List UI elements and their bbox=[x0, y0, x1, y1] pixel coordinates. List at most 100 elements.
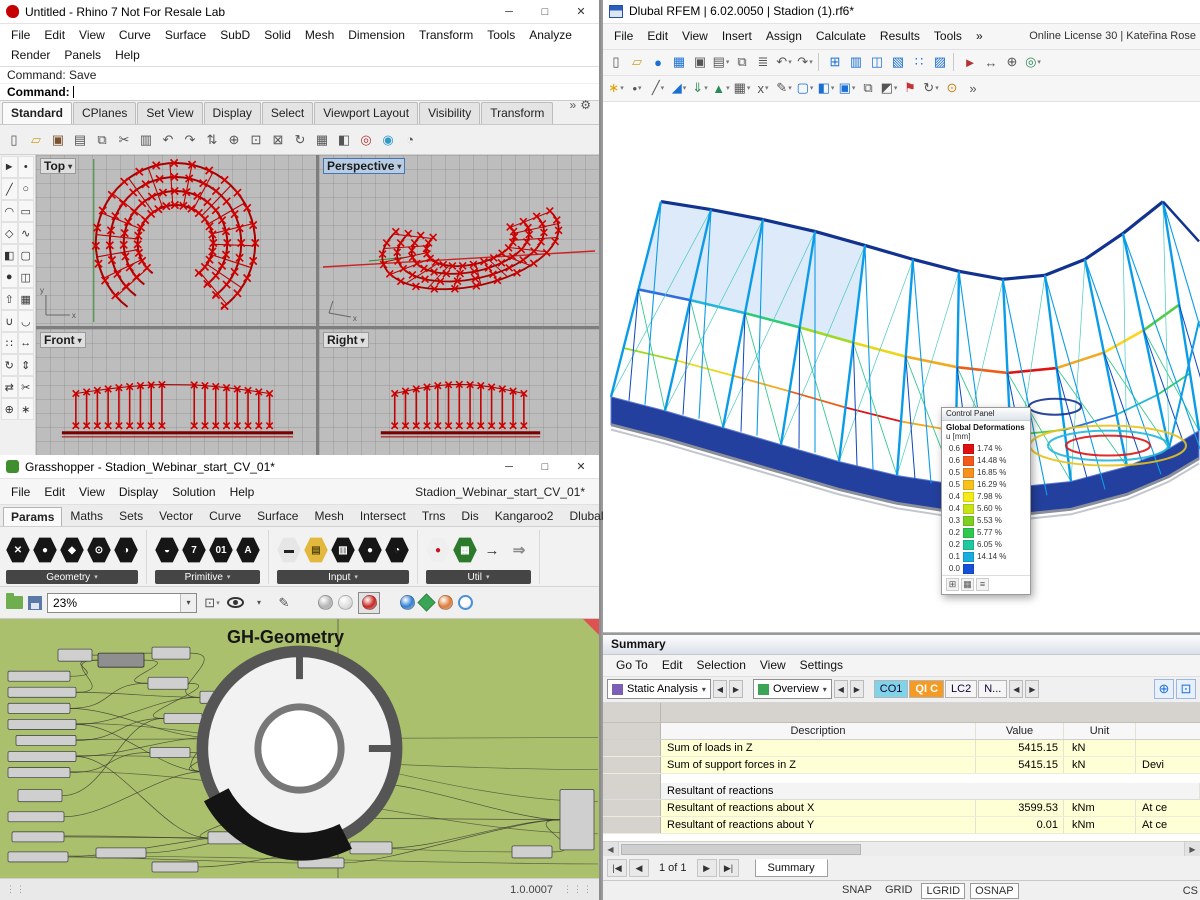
rfem-menu-item[interactable]: Tools bbox=[927, 26, 969, 46]
scroll-right-icon[interactable]: ▶ bbox=[1184, 842, 1200, 856]
circle-tool-icon[interactable]: ○ bbox=[18, 178, 35, 200]
viewport-top-label[interactable]: Top ▾ bbox=[40, 158, 76, 174]
close-button[interactable]: ✕ bbox=[563, 0, 599, 23]
named-view-icon[interactable]: ▦ bbox=[312, 130, 332, 150]
viewport-top[interactable]: yx Top ▾ bbox=[36, 155, 316, 326]
tables-icon[interactable]: ▦ bbox=[669, 52, 689, 72]
viewport-right-label[interactable]: Right ▾ bbox=[323, 332, 369, 348]
rfem-menu-item[interactable]: Calculate bbox=[809, 26, 873, 46]
fillet-tool-icon[interactable]: ◡ bbox=[18, 310, 35, 332]
col-header-description[interactable]: Description bbox=[661, 723, 976, 739]
flag-icon[interactable]: ⚑ bbox=[900, 78, 920, 98]
surface-tool-icon[interactable]: ◧ bbox=[1, 244, 18, 266]
pan-icon[interactable]: ⇅ bbox=[202, 130, 222, 150]
sections-icon[interactable]: ∷ bbox=[909, 52, 929, 72]
zoom-extents-icon[interactable]: ⊡ bbox=[202, 593, 222, 613]
prev-view-button[interactable]: ◀ bbox=[834, 680, 848, 698]
legend-settings-icon[interactable]: ⊞ bbox=[946, 578, 959, 591]
rfem-menu-item[interactable]: View bbox=[675, 26, 715, 46]
minimize-button[interactable]: ─ bbox=[491, 0, 527, 23]
table-row[interactable]: Sum of loads in Z 5415.15 kN bbox=[603, 740, 1200, 757]
undo-icon[interactable]: ↶ bbox=[774, 52, 794, 72]
snap-toggle[interactable]: GRID bbox=[881, 883, 917, 899]
copy-view-icon[interactable]: ⧉ bbox=[858, 78, 878, 98]
rhino-menu-item[interactable]: SubD bbox=[213, 25, 257, 45]
viewport-right[interactable]: Right ▾ bbox=[319, 329, 599, 458]
load-case-chip[interactable]: CO1 bbox=[874, 680, 909, 698]
preview-shaded-selected[interactable] bbox=[358, 592, 380, 614]
rhino-menu-item[interactable]: Analyze bbox=[522, 25, 579, 45]
save-icon[interactable]: ▣ bbox=[690, 52, 710, 72]
explode-tool-icon[interactable]: ∗ bbox=[18, 398, 35, 420]
rhino-menu-item[interactable]: Transform bbox=[412, 25, 480, 45]
summary-menu-item[interactable]: Selection bbox=[690, 655, 753, 675]
draw-line-icon[interactable]: ╱ bbox=[648, 78, 668, 98]
preview-eye-icon[interactable] bbox=[227, 597, 244, 608]
rotate-view-icon[interactable]: ↻ bbox=[921, 78, 941, 98]
dlubal-component-icon[interactable]: ▦ bbox=[453, 537, 477, 564]
panel-icon[interactable]: ▤ bbox=[304, 537, 328, 564]
curve-tool-icon[interactable]: ∿ bbox=[18, 222, 35, 244]
legend-options-icon[interactable]: ≡ bbox=[976, 578, 989, 591]
grasshopper-titlebar[interactable]: Grasshopper - Stadion_Webinar_start_CV_0… bbox=[0, 455, 599, 479]
cherry-picker-icon[interactable]: ● bbox=[426, 537, 450, 564]
table-grid-icon[interactable]: ▥ bbox=[846, 52, 866, 72]
save-document-icon[interactable] bbox=[28, 596, 42, 610]
gear-icon[interactable]: ⚙ bbox=[580, 98, 591, 112]
search-icon[interactable]: ⊙ bbox=[942, 78, 962, 98]
summary-caption[interactable]: Summary bbox=[603, 635, 1200, 655]
param-brep-icon[interactable]: ◑ bbox=[114, 537, 138, 564]
viewport-front-label[interactable]: Front ▾ bbox=[40, 332, 86, 348]
prev-page-button[interactable]: ◀ bbox=[629, 859, 649, 877]
group-label-util[interactable]: Util bbox=[426, 570, 531, 584]
grasshopper-tab[interactable]: Sets bbox=[111, 506, 151, 526]
grasshopper-menu-item[interactable]: Solution bbox=[165, 482, 222, 502]
table-row[interactable]: Sum of support forces in Z 5415.15 kN De… bbox=[603, 757, 1200, 774]
viewport-perspective-label[interactable]: Perspective ▾ bbox=[323, 158, 405, 174]
col-header-unit[interactable]: Unit bbox=[1064, 723, 1136, 739]
control-panel[interactable]: Control Panel Global Deformations u [mm]… bbox=[941, 407, 1031, 595]
horizontal-scrollbar[interactable]: ◀ ▶ bbox=[603, 841, 1200, 856]
number-slider-icon[interactable]: ▬ bbox=[277, 537, 301, 564]
param-text-icon[interactable]: A bbox=[236, 537, 260, 564]
cylinder-tool-icon[interactable]: ◫ bbox=[18, 266, 35, 288]
param-geometry-icon[interactable]: ✕ bbox=[6, 537, 30, 564]
printout-report-icon[interactable]: ▧ bbox=[888, 52, 908, 72]
load-case-chip[interactable]: LC2 bbox=[945, 680, 977, 698]
toolbar-icon[interactable] bbox=[818, 53, 822, 71]
rhino-tab[interactable]: Display bbox=[204, 102, 261, 124]
grasshopper-tab[interactable]: Maths bbox=[62, 506, 111, 526]
toolbar-icon[interactable] bbox=[953, 53, 957, 71]
rhino-menu-item[interactable]: Curve bbox=[112, 25, 158, 45]
preview-off-icon[interactable] bbox=[318, 595, 333, 610]
rotate-tool-icon[interactable]: ↻ bbox=[1, 354, 18, 376]
open-document-icon[interactable] bbox=[6, 596, 23, 609]
display-mode-icon[interactable]: ◧ bbox=[334, 130, 354, 150]
prev-case-button[interactable]: ◀ bbox=[1009, 680, 1023, 698]
rfem-menu-item[interactable]: File bbox=[607, 26, 640, 46]
rectangle-tool-icon[interactable]: ▭ bbox=[18, 200, 35, 222]
grasshopper-tab[interactable]: Kangaroo2 bbox=[487, 506, 562, 526]
rfem-menu-item[interactable]: Assign bbox=[759, 26, 809, 46]
grasshopper-canvas[interactable]: GH-Geometry bbox=[0, 619, 599, 878]
preview-wire-icon[interactable] bbox=[338, 595, 353, 610]
new-file-icon[interactable]: ▯ bbox=[4, 130, 24, 150]
scroll-left-icon[interactable]: ◀ bbox=[603, 842, 619, 856]
chevron-down-icon[interactable]: ▾ bbox=[78, 336, 82, 345]
edit-icon[interactable]: ✎ bbox=[774, 78, 794, 98]
summary-menu-item[interactable]: View bbox=[753, 655, 793, 675]
report-icon[interactable]: ≣ bbox=[753, 52, 773, 72]
grasshopper-tab[interactable]: Intersect bbox=[352, 506, 414, 526]
rhino-tab[interactable]: Transform bbox=[481, 102, 553, 124]
rotate-view-icon[interactable]: ↻ bbox=[290, 130, 310, 150]
tab-overflow-icon[interactable]: » bbox=[570, 98, 577, 112]
grasshopper-tab[interactable]: Dis bbox=[453, 506, 486, 526]
next-view-button[interactable]: ▶ bbox=[850, 680, 864, 698]
filter-icon[interactable]: ⊡ bbox=[1176, 679, 1196, 699]
param-circle-icon[interactable]: ⊙ bbox=[87, 537, 111, 564]
dimension-icon[interactable]: x bbox=[753, 78, 773, 98]
flatten-arrow-icon[interactable]: ⇒ bbox=[507, 537, 531, 564]
extrude-tool-icon[interactable]: ⇧ bbox=[1, 288, 18, 310]
maximize-button[interactable]: □ bbox=[527, 0, 563, 23]
zoom-extents-icon[interactable]: ⊠ bbox=[268, 130, 288, 150]
